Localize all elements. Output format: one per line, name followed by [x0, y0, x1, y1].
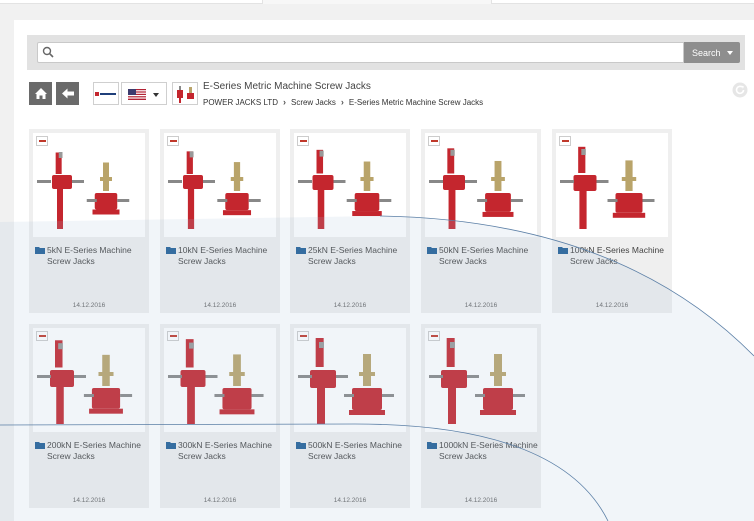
screw-jack-illustration [168, 339, 264, 424]
product-image[interactable] [33, 133, 145, 237]
item-tile[interactable]: 10kN E-Series Machine Screw Jacks 14.12.… [160, 129, 280, 313]
item-date: 14.12.2016 [464, 302, 498, 309]
page-title: E-Series Metric Machine Screw Jacks [203, 81, 371, 92]
item-tile[interactable]: 100kN E-Series Machine Screw Jacks 14.12… [552, 129, 672, 313]
item-title[interactable]: 5kN E-Series Machine Screw Jacks [47, 245, 147, 267]
product-image[interactable] [425, 328, 537, 432]
item-date: 14.12.2016 [203, 497, 237, 504]
item-date: 14.12.2016 [595, 302, 629, 309]
home-icon [34, 88, 47, 99]
chevron-down-icon [727, 51, 733, 55]
brand-badge-icon [167, 331, 179, 341]
brand-badge-icon [428, 136, 440, 146]
chevron-down-icon [153, 93, 159, 97]
folder-icon [296, 442, 306, 449]
folder-icon [35, 247, 45, 254]
folder-icon [35, 442, 45, 449]
item-tile[interactable]: 50kN E-Series Machine Screw Jacks 14.12.… [421, 129, 541, 313]
item-title[interactable]: 1000kN E-Series Machine Screw Jacks [439, 440, 539, 462]
item-title[interactable]: 300kN E-Series Machine Screw Jacks [178, 440, 278, 462]
screw-jack-illustration [37, 152, 130, 229]
item-title[interactable]: 50kN E-Series Machine Screw Jacks [439, 245, 539, 267]
product-image[interactable] [164, 328, 276, 432]
brand-badge-icon [36, 331, 48, 341]
language-selector[interactable] [121, 82, 167, 105]
search-input[interactable] [37, 42, 684, 63]
item-tile[interactable]: 5kN E-Series Machine Screw Jacks 14.12.2… [29, 129, 149, 313]
screw-jack-illustration [560, 146, 655, 229]
company-logo-icon [95, 91, 116, 96]
search-icon [42, 46, 54, 58]
brand-badge-icon [36, 136, 48, 146]
item-title[interactable]: 25kN E-Series Machine Screw Jacks [308, 245, 408, 267]
search-button[interactable]: Search [684, 42, 740, 63]
us-flag-icon [128, 89, 146, 100]
chevron-right-icon: › [282, 97, 286, 107]
item-date: 14.12.2016 [464, 497, 498, 504]
screw-jack-illustration [298, 149, 392, 229]
folder-icon [558, 247, 568, 254]
item-title[interactable]: 100kN E-Series Machine Screw Jacks [570, 245, 670, 267]
item-date: 14.12.2016 [72, 302, 106, 309]
home-button[interactable] [29, 82, 52, 105]
top-strip [0, 0, 754, 4]
brand-badge-icon [297, 136, 309, 146]
refresh-icon[interactable] [732, 82, 748, 98]
screw-jack-illustration [429, 148, 523, 229]
company-logo-button[interactable] [93, 82, 119, 105]
item-tile[interactable]: 25kN E-Series Machine Screw Jacks 14.12.… [290, 129, 410, 313]
item-date: 14.12.2016 [333, 302, 367, 309]
brand-badge-icon [559, 136, 571, 146]
folder-icon [427, 247, 437, 254]
breadcrumb-item[interactable]: POWER JACKS LTD [203, 98, 278, 107]
breadcrumb-item: E-Series Metric Machine Screw Jacks [348, 97, 484, 107]
item-tile[interactable]: 200kN E-Series Machine Screw Jacks 14.12… [29, 324, 149, 508]
product-image[interactable] [294, 133, 406, 237]
product-image[interactable] [425, 133, 537, 237]
folder-icon [427, 442, 437, 449]
brand-badge-icon [297, 331, 309, 341]
back-button[interactable] [56, 82, 79, 105]
product-image[interactable] [556, 133, 668, 237]
screw-jack-illustration [429, 338, 525, 424]
item-tile[interactable]: 300kN E-Series Machine Screw Jacks 14.12… [160, 324, 280, 508]
folder-icon [296, 247, 306, 254]
category-thumbnail [172, 82, 198, 105]
folder-icon [166, 442, 176, 449]
item-date: 14.12.2016 [203, 302, 237, 309]
screw-jack-icon [177, 86, 194, 103]
arrow-left-icon [61, 88, 74, 99]
chevron-right-icon: › [340, 97, 344, 107]
item-tile[interactable]: 1000kN E-Series Machine Screw Jacks 14.1… [421, 324, 541, 508]
breadcrumb-item[interactable]: Screw Jacks [291, 98, 336, 107]
brand-badge-icon [428, 331, 440, 341]
search-button-label: Search [692, 47, 721, 58]
folder-icon [166, 247, 176, 254]
item-title[interactable]: 500kN E-Series Machine Screw Jacks [308, 440, 408, 462]
product-image[interactable] [164, 133, 276, 237]
item-title[interactable]: 200kN E-Series Machine Screw Jacks [47, 440, 147, 462]
window-tab [262, 0, 492, 4]
breadcrumb: POWER JACKS LTD › Screw Jacks › E-Series… [203, 97, 483, 107]
screw-jack-illustration [37, 340, 133, 424]
product-image[interactable] [294, 328, 406, 432]
product-image[interactable] [33, 328, 145, 432]
screw-jack-illustration [298, 338, 394, 424]
item-date: 14.12.2016 [333, 497, 367, 504]
screw-jack-illustration [168, 151, 261, 229]
item-tile[interactable]: 500kN E-Series Machine Screw Jacks 14.12… [290, 324, 410, 508]
item-title[interactable]: 10kN E-Series Machine Screw Jacks [178, 245, 278, 267]
item-date: 14.12.2016 [72, 497, 106, 504]
brand-badge-icon [167, 136, 179, 146]
